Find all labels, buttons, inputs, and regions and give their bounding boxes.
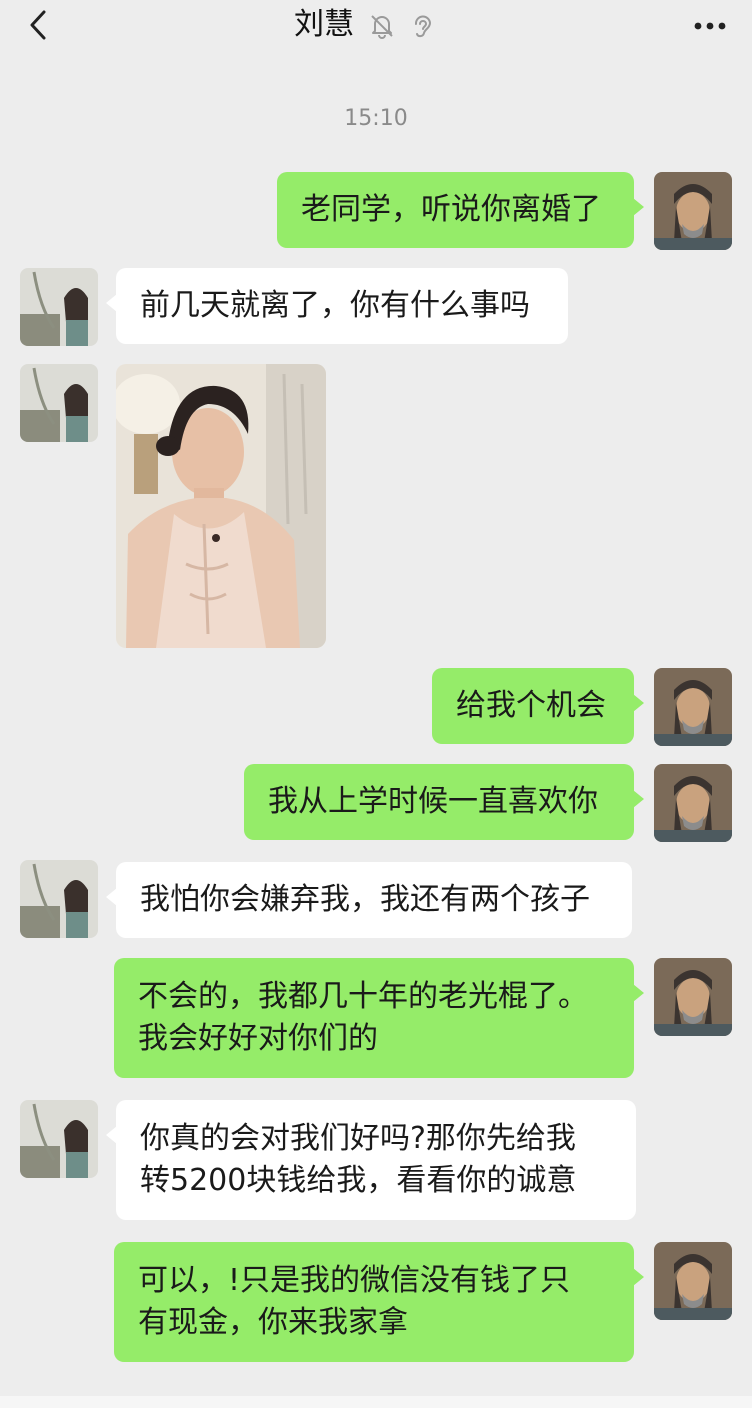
contact-avatar[interactable] [20,364,98,442]
ear-icon [415,15,432,38]
bell-off-icon [371,15,393,39]
message-bubble-received[interactable]: 你真的会对我们好吗?那你先给我 转5200块钱给我，看看你的诚意 [106,1100,636,1220]
contact-avatar[interactable] [20,1100,98,1178]
contact-avatar[interactable] [20,860,98,938]
message-bubble-received[interactable]: 我怕你会嫌弃我，我还有两个孩子 [106,862,632,938]
my-avatar[interactable] [654,1242,732,1320]
bottom-edge [0,1396,752,1408]
message-bubble-sent[interactable]: 不会的，我都几十年的老光棍了。 我会好好对你们的 [114,958,644,1078]
my-avatar[interactable] [654,764,732,842]
message-bubble-sent[interactable]: 可以，!只是我的微信没有钱了只 有现金，你来我家拿 [114,1242,644,1362]
chevron-left-icon[interactable] [22,8,56,42]
message-bubble-sent[interactable]: 给我个机会 [432,668,644,744]
my-avatar[interactable] [654,172,732,250]
contact-avatar[interactable] [20,268,98,346]
chat-title: 刘慧 [294,7,354,42]
message-bubble-received[interactable]: 前几天就离了，你有什么事吗 [106,268,568,344]
message-bubble-sent[interactable]: 老同学，听说你离婚了 [277,172,644,248]
message-timestamp: 15:10 [344,106,408,131]
my-avatar[interactable] [654,668,732,746]
chat-header: 刘慧 [0,0,752,60]
my-avatar[interactable] [654,958,732,1036]
more-dots-icon[interactable] [690,14,730,38]
received-photo[interactable] [116,364,326,648]
message-bubble-sent[interactable]: 我从上学时候一直喜欢你 [244,764,644,840]
